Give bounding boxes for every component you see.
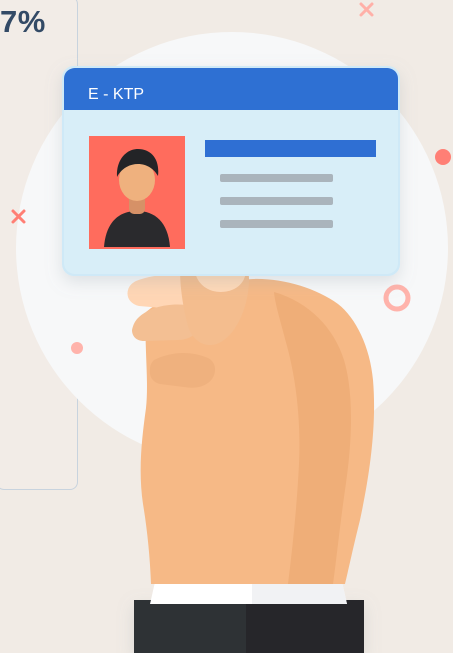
card-text-line: [220, 197, 333, 205]
dot-icon: [435, 149, 451, 165]
cross-icon: [359, 2, 374, 17]
card-name-bar: [205, 140, 376, 157]
card-header-label: E - KTP: [88, 86, 144, 103]
card-text-line: [220, 220, 333, 228]
id-card-hand-illustration: E - KTP: [11, 2, 451, 653]
dot-icon: [71, 342, 83, 354]
card-text-line: [220, 174, 333, 182]
shirt-cuff: [150, 582, 347, 604]
sleeve: [134, 600, 364, 653]
